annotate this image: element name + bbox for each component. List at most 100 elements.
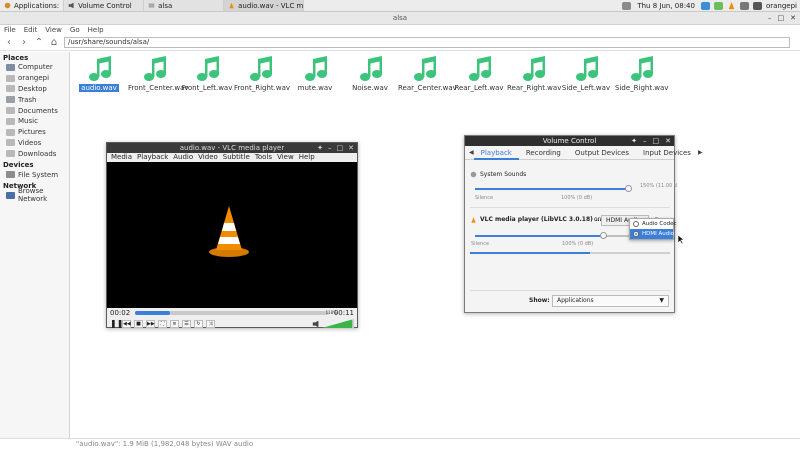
tray-icon-a[interactable]	[622, 1, 632, 10]
task-file-manager[interactable]: alsa	[144, 0, 225, 11]
maximize-button[interactable]: □	[653, 136, 660, 146]
videos-folder-icon	[6, 139, 15, 147]
task-volume-control[interactable]: Volume Control	[64, 0, 145, 11]
extended-settings-icon[interactable]: ≡	[170, 319, 179, 328]
close-button[interactable]: ✕	[665, 136, 671, 146]
vlc-controls: ❚❚ ◀◀ ■ ▶▶ ⛶ ≡ ☰ ↻ ⤨	[107, 318, 357, 329]
sidebar-item-computer[interactable]: Computer	[0, 62, 69, 73]
stop-icon[interactable]: ■	[134, 319, 143, 328]
file-item[interactable]: Noise.wav	[342, 56, 398, 92]
menu-view[interactable]: View	[45, 25, 62, 35]
device-option-audio-codec[interactable]: Audio Codec	[630, 219, 677, 229]
tab-output-devices[interactable]: Output Devices	[568, 146, 636, 160]
sidebar-item-pictures[interactable]: Pictures	[0, 127, 69, 138]
tray-icon-d[interactable]	[739, 1, 749, 10]
minimize-button[interactable]: –	[328, 143, 332, 153]
file-item[interactable]: Rear_Center.wav	[396, 56, 457, 92]
tab-recording[interactable]: Recording	[519, 146, 568, 160]
stream-volume-slider-knob[interactable]	[600, 232, 608, 239]
network-icon	[6, 191, 15, 199]
file-item[interactable]: Front_Left.wav	[179, 56, 235, 92]
music-note-icon	[414, 56, 436, 81]
menu-file[interactable]: File	[4, 25, 16, 35]
user-label[interactable]: orangepi	[764, 2, 800, 10]
pause-icon[interactable]: ❚❚	[110, 319, 123, 328]
volume-slider[interactable]	[312, 319, 354, 328]
next-icon[interactable]: ▶▶	[146, 319, 155, 328]
tabs-right-arrow-icon[interactable]: ▶	[698, 149, 703, 156]
vlc-menu-help[interactable]: Help	[299, 153, 315, 162]
sidebar-item-label: Pictures	[18, 128, 46, 137]
file-item[interactable]: audio.wav	[71, 56, 127, 92]
home-icon[interactable]: ⌂	[49, 37, 59, 48]
file-item[interactable]: Rear_Right.wav	[505, 56, 561, 92]
device-option-hdmi-audio[interactable]: HDMI Audio	[630, 229, 675, 239]
sidebar-item-browse-network[interactable]: Browse Network	[0, 187, 69, 203]
file-item[interactable]: mute.wav	[287, 56, 343, 92]
bottom-divider	[470, 290, 670, 291]
show-select[interactable]: Applications ▼	[552, 295, 669, 307]
file-item[interactable]: Side_Left.wav	[558, 56, 614, 92]
tab-playback[interactable]: Playback	[473, 146, 519, 160]
sidebar-item-downloads[interactable]: Downloads	[0, 148, 69, 159]
sidebar-item-home[interactable]: orangepi	[0, 73, 69, 84]
sidebar-item-music[interactable]: Music	[0, 116, 69, 127]
vlc-tray-icon[interactable]	[727, 1, 736, 10]
sidebar-item-file-system[interactable]: File System	[0, 169, 69, 180]
speaker-icon	[68, 2, 74, 9]
system-sounds-slider-knob[interactable]	[625, 185, 632, 192]
sidebar-item-videos[interactable]: Videos	[0, 138, 69, 149]
maximize-button[interactable]: □	[778, 12, 785, 24]
file-item[interactable]: Front_Center.wav	[126, 56, 189, 92]
shuffle-icon[interactable]: ⤨	[206, 319, 215, 328]
minimize-button[interactable]: –	[643, 136, 647, 146]
clock[interactable]: Thu 8 Jun, 08:40	[633, 2, 699, 10]
sidebar-item-documents[interactable]: Documents	[0, 105, 69, 116]
file-item[interactable]: Front_Right.wav	[232, 56, 290, 92]
vlc-menu-audio[interactable]: Audio	[173, 153, 193, 162]
pin-button[interactable]: ✦	[317, 143, 323, 153]
applications-menu[interactable]: Applications:	[0, 0, 65, 11]
fullscreen-icon[interactable]: ⛶	[158, 319, 167, 328]
minimize-button[interactable]: –	[768, 12, 772, 24]
forward-arrow-icon[interactable]: ›	[19, 37, 29, 48]
top-panel: Applications: Volume Control alsa audio.…	[0, 0, 800, 12]
menu-edit[interactable]: Edit	[24, 25, 38, 35]
vlc-menu-video[interactable]: Video	[198, 153, 218, 162]
device-option-label: HDMI Audio	[642, 231, 675, 237]
tray-icon-c[interactable]	[713, 1, 723, 10]
music-note-icon	[144, 56, 166, 81]
vlc-menu-view[interactable]: View	[277, 153, 294, 162]
vlc-cone-logo	[209, 206, 249, 257]
tray-icon-e[interactable]	[752, 1, 762, 10]
playlist-icon[interactable]: ☰	[182, 319, 191, 328]
vlc-video-area[interactable]	[107, 162, 357, 308]
sidebar-item-desktop[interactable]: Desktop	[0, 84, 69, 95]
file-item[interactable]: Rear_Left.wav	[451, 56, 507, 92]
vlc-menu-subtitle[interactable]: Subtitle	[223, 153, 250, 162]
vlc-menu-playback[interactable]: Playback	[137, 153, 168, 162]
menu-go[interactable]: Go	[70, 25, 80, 35]
location-field[interactable]: /usr/share/sounds/alsa/	[64, 37, 790, 48]
up-arrow-icon[interactable]: ⌃	[34, 37, 44, 48]
file-label: mute.wav	[297, 84, 333, 92]
maximize-button[interactable]: □	[337, 143, 344, 153]
previous-icon[interactable]: ◀◀	[122, 319, 131, 328]
tray-icon-b[interactable]	[700, 1, 710, 10]
music-note-icon	[576, 56, 598, 81]
vlc-menu-media[interactable]: Media	[111, 153, 132, 162]
close-button[interactable]: ✕	[348, 143, 354, 153]
task-vlc[interactable]: audio.wav - VLC media ...	[224, 0, 305, 11]
vlc-menu-tools[interactable]: Tools	[255, 153, 272, 162]
loop-icon[interactable]: ↻	[194, 319, 203, 328]
file-item[interactable]: Side_Right.wav	[613, 56, 669, 92]
tab-input-devices[interactable]: Input Devices	[636, 146, 698, 160]
system-sounds-percent: 150% (11.00 d	[640, 183, 677, 189]
pin-button[interactable]: ✦	[631, 136, 637, 146]
sidebar-item-trash[interactable]: Trash	[0, 94, 69, 105]
close-button[interactable]: ✕	[790, 12, 796, 24]
seek-bar[interactable]	[135, 311, 329, 315]
back-arrow-icon[interactable]: ‹	[4, 37, 14, 48]
chevron-down-icon: ▼	[659, 297, 664, 304]
menu-help[interactable]: Help	[88, 25, 104, 35]
